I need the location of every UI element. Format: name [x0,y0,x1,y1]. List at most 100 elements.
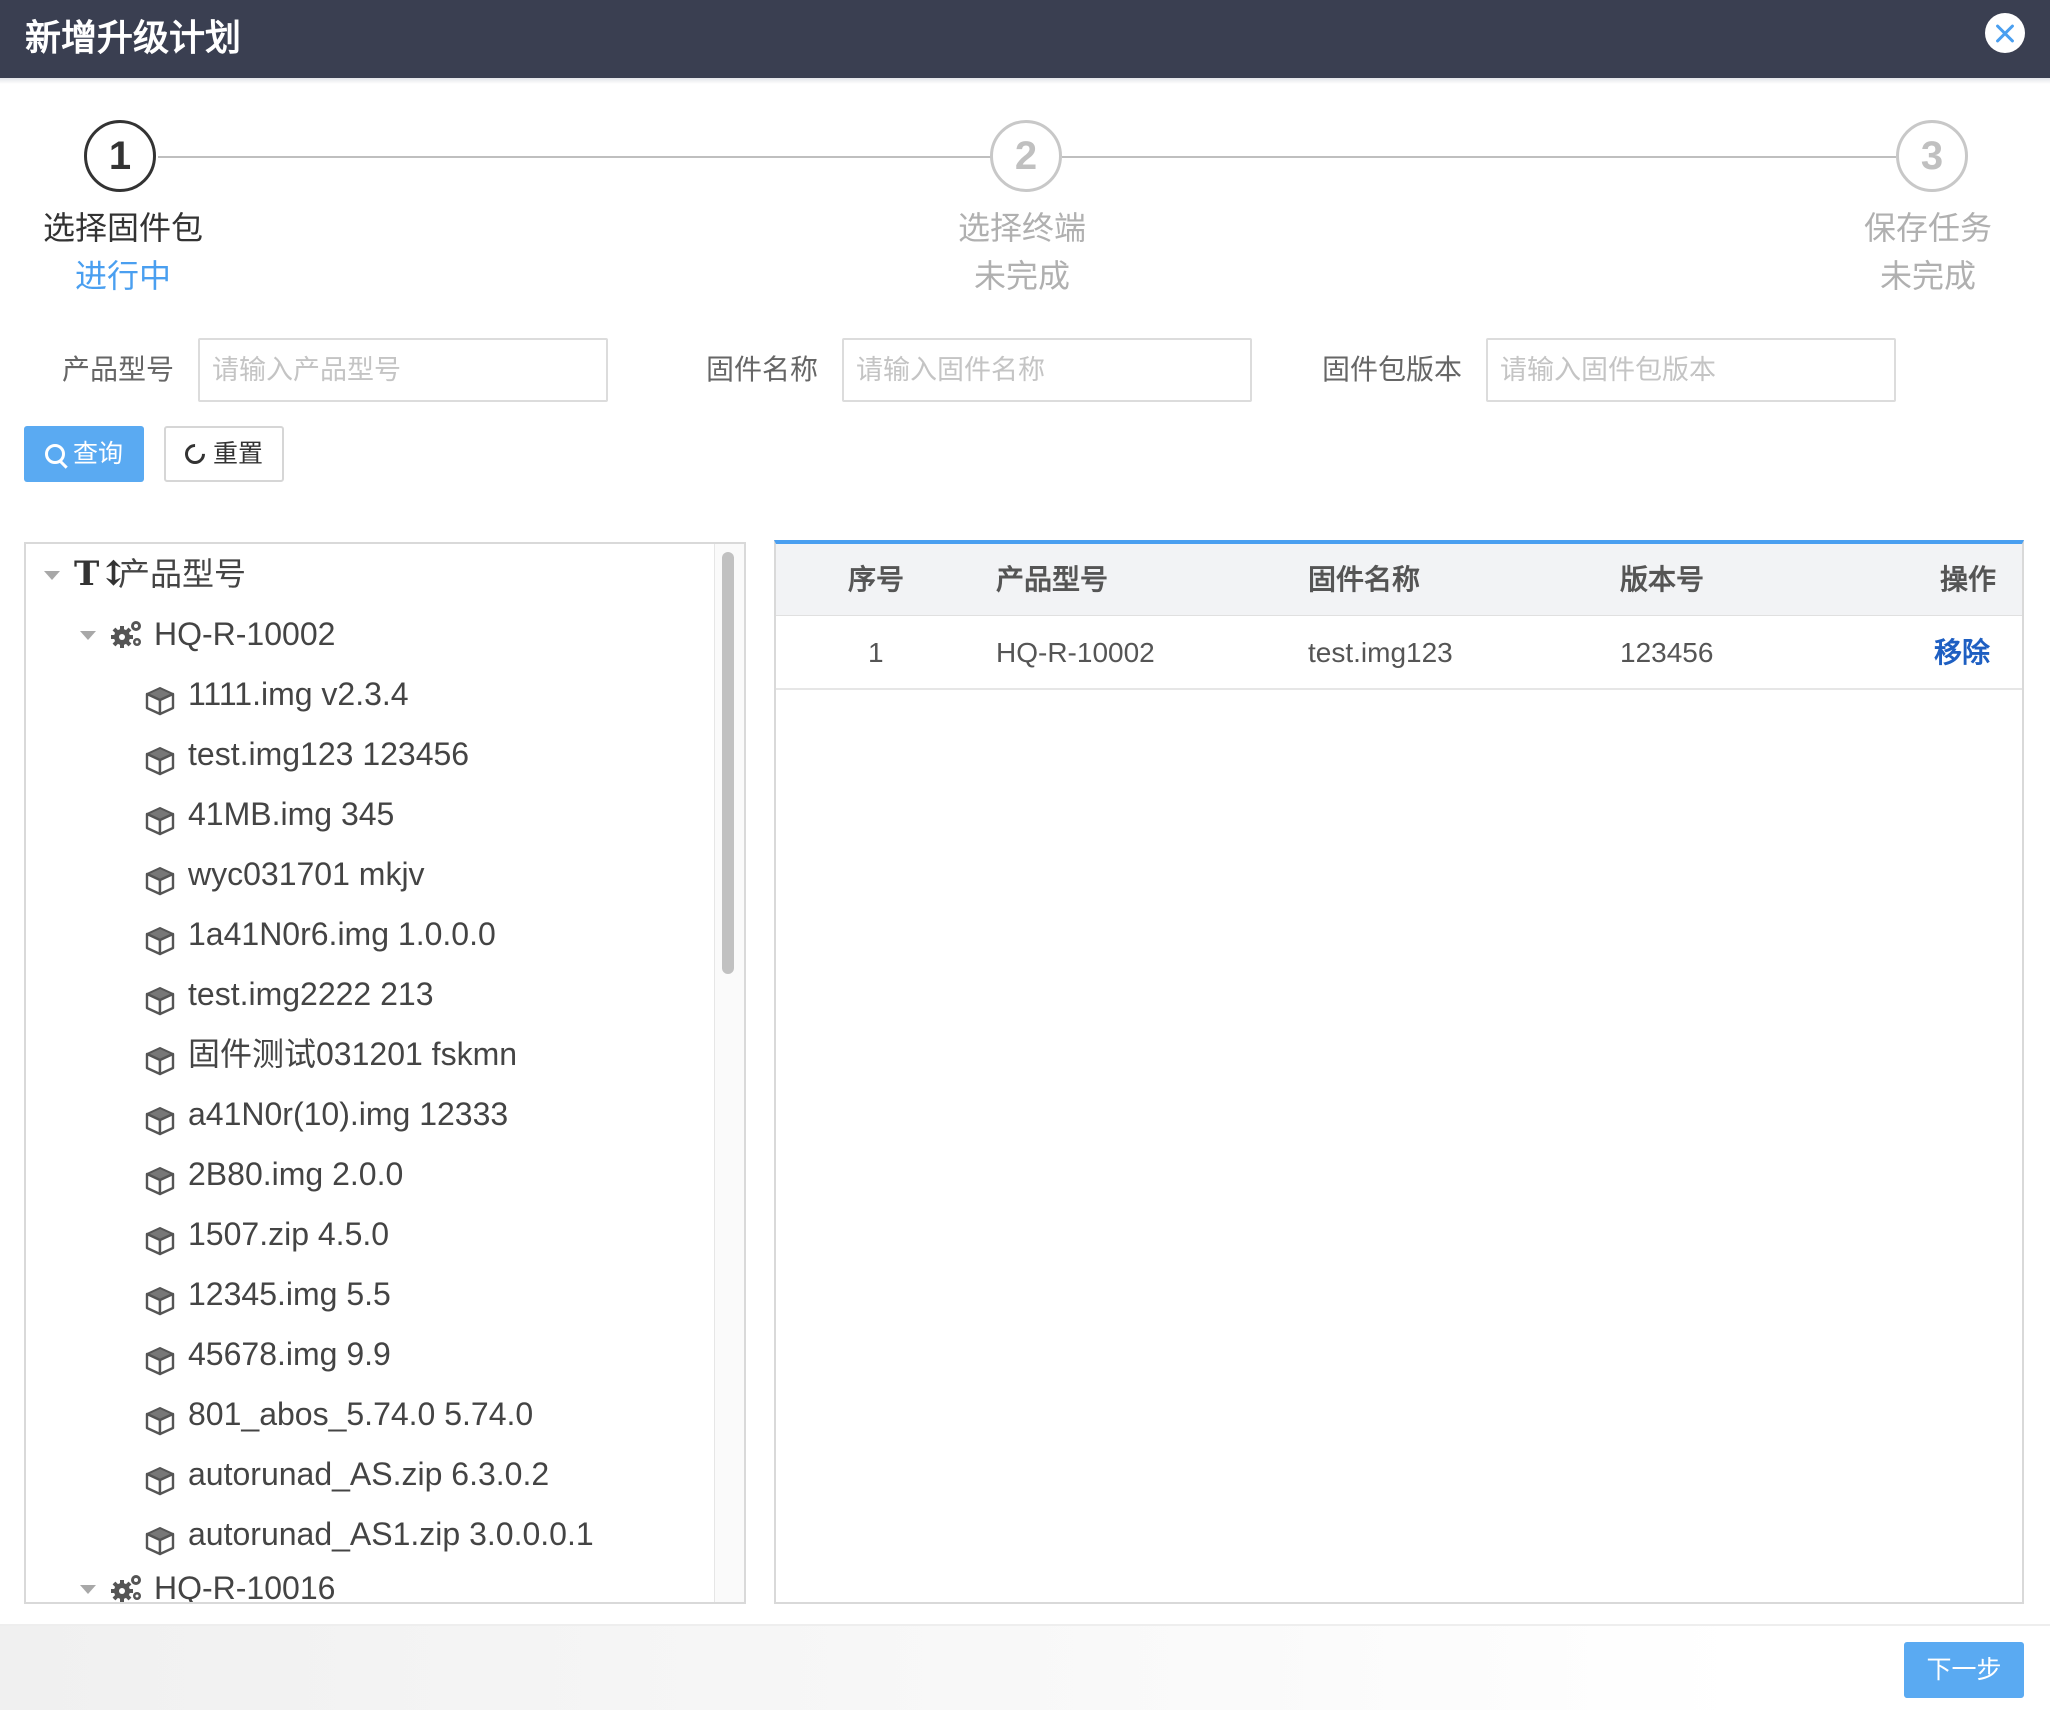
column-header-firmware-name: 固件名称 [1308,564,1421,595]
dialog-title: 新增升级计划 [25,17,242,58]
firmware-item-label: 1507.zip 4.5.0 [188,1216,390,1252]
firmware-item[interactable]: 1111.img v2.3.4 [26,666,716,722]
firmware-item[interactable]: a41N0r(10).img 12333 [26,1086,716,1142]
package-version-input[interactable] [1486,338,1896,402]
product-model-input[interactable] [198,338,608,402]
firmware-name-label: 固件名称 [706,354,819,385]
step-1-name: 选择固件包 [42,210,203,246]
refresh-icon [180,439,210,469]
firmware-name-input[interactable] [842,338,1252,402]
package-icon [144,678,176,716]
firmware-item-label: autorunad_AS1.zip 3.0.0.0.1 [188,1516,594,1552]
tree-scrollbar-track[interactable] [714,544,744,1602]
package-icon [144,1338,176,1376]
package-version-label: 固件包版本 [1322,354,1463,385]
column-header-index: 序号 [848,564,905,595]
search-icon [44,444,65,464]
next-step-button[interactable]: 下一步 [1904,1642,2024,1698]
column-header-product-model: 产品型号 [996,564,1109,595]
firmware-item-label: a41N0r(10).img 12333 [188,1096,509,1132]
firmware-item-label: 2B80.img 2.0.0 [188,1156,404,1192]
firmware-tree: T↕ 产品型号 HQ-R-10002 1111.img v2.3.4 test.i… [24,542,746,1604]
package-icon [144,1158,176,1196]
firmware-item-label: autorunad_AS.zip 6.3.0.2 [188,1456,550,1492]
firmware-item-label: 41MB.img 345 [188,796,395,832]
firmware-item[interactable]: autorunad_AS.zip 6.3.0.2 [26,1446,716,1502]
step-1-circle: 1 [84,120,156,192]
column-header-action: 操作 [1940,564,1997,595]
firmware-item[interactable]: 12345.img 5.5 [26,1266,716,1322]
package-icon [144,1518,176,1556]
package-icon [144,1278,176,1316]
package-icon [144,738,176,776]
package-icon [144,798,176,836]
dialog-footer [0,1626,2050,1710]
gears-icon [111,621,141,648]
step-connector-1 [158,156,992,158]
reset-button-label: 重置 [212,440,263,468]
firmware-item[interactable]: 1a41N0r6.img 1.0.0.0 [26,906,716,962]
package-icon [144,1218,176,1256]
step-connector-2 [1062,156,1896,158]
table-row: 1 HQ-R-10002 test.img123 123456 移除 [776,616,2022,690]
tree-group-label: HQ-R-10002 [154,616,336,652]
package-icon [144,1458,176,1496]
package-icon [144,1038,176,1076]
step-3-status: 未完成 [1879,258,1976,294]
reset-button[interactable]: 重置 [164,426,284,482]
package-icon [144,918,176,956]
firmware-item[interactable]: 固件测试031201 fskmn [26,1026,716,1082]
firmware-item-label: 801_abos_5.74.0 5.74.0 [188,1396,534,1432]
step-2-status: 未完成 [973,258,1070,294]
package-icon [144,978,176,1016]
firmware-item[interactable]: wyc031701 mkjv [26,846,716,902]
header-shadow [0,78,2050,84]
gears-icon [111,1575,141,1602]
caret-down-icon[interactable] [80,631,96,640]
table-header: 序号 产品型号 固件名称 版本号 操作 [776,544,2022,616]
product-model-label: 产品型号 [62,354,175,385]
firmware-item-label: wyc031701 mkjv [188,856,425,892]
tree-scrollbar-thumb[interactable] [722,552,734,974]
tree-group-node[interactable]: HQ-R-10002 [26,606,716,662]
remove-link[interactable]: 移除 [1934,616,1990,690]
cell-firmware-name: test.img123 [1308,637,1453,668]
step-2-name: 选择终端 [957,210,1086,246]
cell-index: 1 [868,637,884,668]
tree-group-node[interactable]: HQ-R-10016 [26,1560,716,1604]
step-3-circle: 3 [1896,120,1968,192]
firmware-item[interactable]: 1507.zip 4.5.0 [26,1206,716,1262]
close-icon[interactable] [1985,13,2025,53]
selected-firmware-table: 序号 产品型号 固件名称 版本号 操作 1 HQ-R-10002 test.im… [774,540,2024,1604]
step-2-circle: 2 [990,120,1062,192]
column-header-version: 版本号 [1620,564,1705,595]
firmware-item[interactable]: test.img123 123456 [26,726,716,782]
step-1-status: 进行中 [74,258,171,294]
cell-product-model: HQ-R-10002 [996,637,1155,668]
firmware-item[interactable]: 45678.img 9.9 [26,1326,716,1382]
query-button[interactable]: 查询 [24,426,144,482]
firmware-item-label: 1a41N0r6.img 1.0.0.0 [188,916,496,952]
firmware-item[interactable]: test.img2222 213 [26,966,716,1022]
tree-group-label: HQ-R-10016 [154,1570,336,1604]
firmware-item[interactable]: 41MB.img 345 [26,786,716,842]
query-button-label: 查询 [72,440,123,468]
firmware-item-label: test.img2222 213 [188,976,434,1012]
firmware-item[interactable]: autorunad_AS1.zip 3.0.0.0.1 [26,1506,716,1562]
package-icon [144,1398,176,1436]
step-3-name: 保存任务 [1863,210,1992,246]
firmware-item[interactable]: 801_abos_5.74.0 5.74.0 [26,1386,716,1442]
package-icon [144,858,176,896]
tree-root-node[interactable]: T↕ 产品型号 [26,546,716,602]
firmware-item-label: 1111.img v2.3.4 [188,676,409,712]
caret-down-icon[interactable] [44,571,60,580]
dialog-header: 新增升级计划 [0,0,2050,78]
firmware-item-label: 12345.img 5.5 [188,1276,391,1312]
caret-down-icon[interactable] [80,1585,96,1594]
firmware-item[interactable]: 2B80.img 2.0.0 [26,1146,716,1202]
firmware-item-label: test.img123 123456 [188,736,470,772]
package-icon [144,1098,176,1136]
firmware-item-label: 45678.img 9.9 [188,1336,391,1372]
tree-root-label: 产品型号 [118,556,247,592]
firmware-item-label: 固件测试031201 fskmn [188,1036,518,1072]
